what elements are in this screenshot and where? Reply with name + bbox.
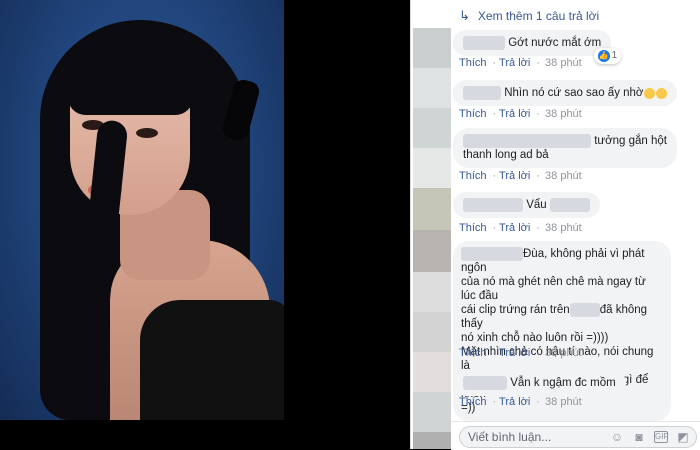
grin-emoji-icon: [644, 87, 656, 99]
comment-text: Gớt nước mắt ớm: [508, 37, 602, 50]
thumbnail-strip: [411, 0, 451, 449]
comment-meta: Thích · Trả lời · 38 phút: [459, 222, 582, 234]
timestamp: 38 phút: [545, 57, 582, 69]
like-link[interactable]: Thích: [459, 170, 487, 182]
comment-meta: Thích · Trả lời · 38 phút: [459, 108, 582, 120]
comment-input-placeholder: Viết bình luận...: [468, 430, 552, 444]
comment-bubble: Vẩu: [453, 192, 600, 219]
reaction-summary[interactable]: 👍 1: [593, 48, 622, 65]
comment-text: Vẫn k ngậm đc mồm: [510, 377, 616, 390]
redacted-name: [463, 198, 523, 212]
comment-meta: Thích · Trả lời · 38 phút: [459, 57, 582, 69]
emoji-icon[interactable]: ☺: [610, 430, 624, 444]
thumbnail[interactable]: [413, 68, 451, 108]
reply-link[interactable]: Trả lời: [499, 396, 530, 408]
comments-panel: ↳ Xem thêm 1 câu trả lời Gớt nước mắt ớm…: [410, 0, 700, 450]
comment-composer: Viết bình luận... ☺ ◙ GIF ◩: [451, 421, 700, 450]
thumbnail[interactable]: [413, 312, 451, 352]
comment-meta: Thích · Trả lời · 38 phút: [459, 170, 582, 182]
comment-text-line: nó xinh chỗ nào luôn rồi =)))): [461, 332, 609, 345]
photo-eye-right: [136, 128, 158, 138]
comment-text-line: thanh long ad bả: [463, 149, 549, 162]
gif-icon[interactable]: GIF: [654, 431, 668, 443]
comment-text-line: của nó mà ghét nên chê mà ngay từ lúc đầ…: [461, 276, 646, 303]
like-link[interactable]: Thích: [459, 222, 487, 234]
reply-link[interactable]: Trả lời: [499, 222, 530, 234]
redacted-name: [461, 247, 523, 261]
like-link[interactable]: Thích: [459, 347, 487, 359]
post-photo[interactable]: [0, 0, 284, 420]
camera-icon[interactable]: ◙: [632, 430, 646, 444]
reaction-count: 1: [611, 50, 618, 62]
comment-bubble: Nhìn nó cứ sao sao ấy nhờ: [453, 80, 678, 107]
comment-text-line: tưởng gắn hột: [594, 135, 667, 148]
timestamp: 38 phút: [545, 170, 582, 182]
timestamp: 38 phút: [545, 347, 582, 359]
media-area: [0, 0, 410, 449]
comment-text: Nhìn nó cứ sao sao ấy nhờ: [504, 87, 644, 100]
grin-emoji-icon: [656, 87, 668, 99]
comment-bubble: tưởng gắn hột thanh long ad bả: [453, 128, 677, 169]
comment-text: Vẩu: [526, 199, 547, 212]
like-link[interactable]: Thích: [459, 108, 487, 120]
timestamp: 38 phút: [545, 108, 582, 120]
reply-link[interactable]: Trả lời: [499, 108, 530, 120]
thumbnail[interactable]: [413, 352, 451, 392]
reply-link[interactable]: Trả lời: [499, 347, 530, 359]
thumbnail[interactable]: [413, 108, 451, 148]
redacted-name: [463, 134, 591, 148]
reply-link[interactable]: Trả lời: [499, 170, 530, 182]
comment-meta: Thích · Trả lời · 38 phút: [459, 347, 582, 359]
reply-link[interactable]: Trả lời: [499, 57, 530, 69]
thumbnail[interactable]: [413, 230, 451, 272]
comment-input[interactable]: Viết bình luận... ☺ ◙ GIF ◩: [459, 426, 697, 448]
comment-bubble: Vẫn k ngậm đc mồm: [453, 370, 626, 397]
comment-meta: Thích · Trả lời · 38 phút: [459, 396, 582, 408]
comment-bubble: Gớt nước mắt ớm 👍 1: [453, 30, 622, 65]
redacted-name: [463, 86, 501, 100]
photo-top: [140, 300, 284, 420]
comment-text-line: cái clip trứng rán trên: [461, 304, 570, 317]
redacted-name: [463, 376, 507, 390]
thumbnail[interactable]: [413, 188, 451, 230]
thumbnail[interactable]: [413, 392, 451, 432]
reply-arrow-icon: ↳: [459, 8, 470, 23]
timestamp: 38 phút: [545, 222, 582, 234]
thumbnail[interactable]: [413, 432, 451, 449]
thumbnail[interactable]: [413, 272, 451, 312]
thumbnail[interactable]: [413, 28, 451, 68]
thumbnail[interactable]: [413, 148, 451, 188]
like-link[interactable]: Thích: [459, 57, 487, 69]
view-more-replies-link[interactable]: ↳ Xem thêm 1 câu trả lời: [459, 8, 599, 24]
like-reaction-icon: 👍: [597, 50, 610, 63]
redacted-text: [549, 198, 590, 212]
like-link[interactable]: Thích: [459, 396, 487, 408]
view-more-replies-label: Xem thêm 1 câu trả lời: [477, 9, 600, 23]
sticker-icon[interactable]: ◩: [676, 430, 690, 444]
redacted-name: [463, 36, 505, 50]
redacted-text: [569, 303, 600, 318]
timestamp: 38 phút: [545, 396, 582, 408]
